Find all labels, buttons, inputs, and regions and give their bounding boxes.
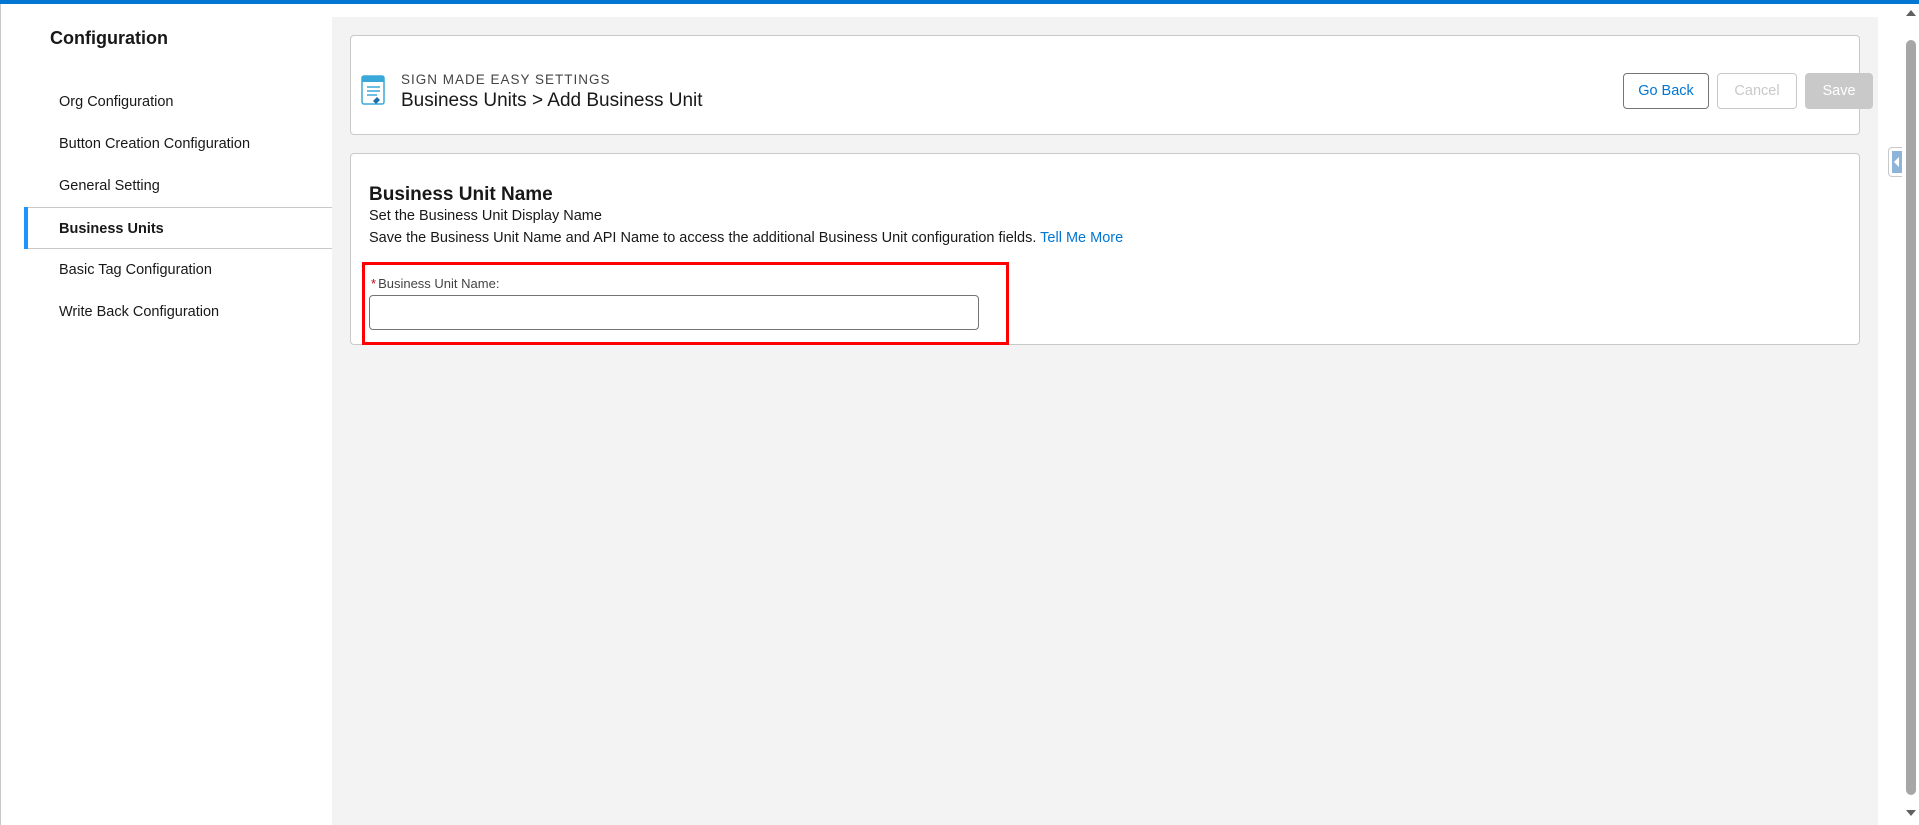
sidebar: Configuration Org Configuration Button C… <box>24 17 332 320</box>
sidebar-item-org-configuration[interactable]: Org Configuration <box>24 81 332 123</box>
page-eyebrow: SIGN MADE EASY SETTINGS <box>401 72 611 87</box>
business-unit-form: Business Unit Name Set the Business Unit… <box>350 153 1860 345</box>
scroll-up-icon[interactable] <box>1906 10 1916 16</box>
window-border <box>0 4 1 825</box>
save-button[interactable]: Save <box>1805 73 1873 109</box>
sidebar-item-basic-tag-configuration[interactable]: Basic Tag Configuration <box>24 249 332 291</box>
section-description: Save the Business Unit Name and API Name… <box>369 230 1123 246</box>
section-title: Business Unit Name <box>369 184 553 205</box>
sidebar-item-button-creation-configuration[interactable]: Button Creation Configuration <box>24 123 332 165</box>
vertical-scrollbar[interactable] <box>1902 4 1919 825</box>
business-unit-name-label: * Business Unit Name: <box>371 276 499 291</box>
sidebar-item-general-setting[interactable]: General Setting <box>24 165 332 207</box>
tell-me-more-link[interactable]: Tell Me More <box>1040 230 1123 246</box>
sidebar-item-business-units[interactable]: Business Units <box>24 207 332 249</box>
page-header: SIGN MADE EASY SETTINGS Business Units >… <box>350 35 1873 135</box>
field-label-text: Business Unit Name: <box>378 276 500 291</box>
sidebar-nav: Org Configuration Button Creation Config… <box>24 81 332 333</box>
go-back-button[interactable]: Go Back <box>1623 73 1709 109</box>
scroll-thumb[interactable] <box>1906 40 1916 795</box>
sidebar-item-write-back-configuration[interactable]: Write Back Configuration <box>24 291 332 333</box>
business-unit-name-input[interactable] <box>369 295 979 330</box>
document-icon <box>361 75 385 105</box>
page-title: Business Units > Add Business Unit <box>401 90 703 111</box>
main-content: SIGN MADE EASY SETTINGS Business Units >… <box>332 17 1878 825</box>
required-marker: * <box>371 276 377 291</box>
top-accent-bar <box>0 0 1919 4</box>
sidebar-title: Configuration <box>50 28 168 48</box>
section-subtitle: Set the Business Unit Display Name <box>369 208 602 224</box>
cancel-button[interactable]: Cancel <box>1717 73 1797 109</box>
description-text: Save the Business Unit Name and API Name… <box>369 230 1037 246</box>
scroll-down-icon[interactable] <box>1906 810 1916 816</box>
